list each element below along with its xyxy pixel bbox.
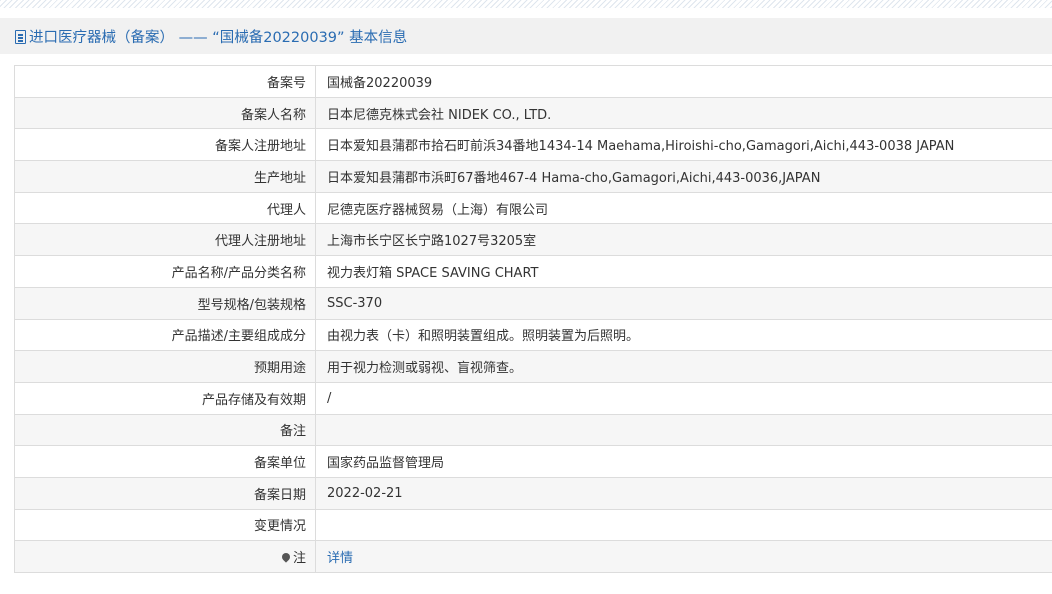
note-label-cell: 注	[14, 540, 316, 573]
row-value	[315, 508, 1052, 542]
row-label: 备案人注册地址	[14, 128, 316, 162]
top-decorative-stripe	[0, 0, 1052, 8]
table-row: 生产地址 日本爱知县蒲郡市浜町67番地467-4 Hama-cho,Gamago…	[14, 160, 1052, 193]
row-value: 2022-02-21	[315, 476, 1052, 510]
note-value-cell: 详情	[315, 540, 1052, 573]
row-value: /	[315, 381, 1052, 415]
table-row: 备案人名称 日本尼德克株式会社 NIDEK CO., LTD.	[14, 96, 1052, 130]
row-value: 由视力表（卡）和照明装置组成。照明装置为后照明。	[315, 318, 1052, 352]
row-value	[315, 413, 1052, 447]
row-value: 上海市长宁区长宁路1027号3205室	[315, 223, 1052, 257]
details-link[interactable]: 详情	[327, 551, 353, 566]
row-label: 代理人	[14, 191, 316, 225]
row-value: 日本爱知县蒲郡市浜町67番地467-4 Hama-cho,Gamagori,Ai…	[315, 160, 1052, 193]
info-table: 备案号 国械备20220039 备案人名称 日本尼德克株式会社 NIDEK CO…	[14, 65, 1052, 573]
row-label: 备案人名称	[14, 96, 316, 130]
row-label: 备注	[14, 413, 316, 447]
table-row: 型号规格/包装规格 SSC-370	[14, 286, 1052, 320]
table-row: 产品描述/主要组成成分 由视力表（卡）和照明装置组成。照明装置为后照明。	[14, 318, 1052, 352]
table-row: 变更情况	[14, 508, 1052, 542]
row-value: 用于视力检测或弱视、盲视筛查。	[315, 350, 1052, 383]
note-label: 注	[292, 551, 306, 567]
row-value: 国家药品监督管理局	[315, 445, 1052, 478]
table-row: 产品存储及有效期 /	[14, 381, 1052, 415]
row-value: SSC-370	[315, 286, 1052, 320]
table-row: 备案人注册地址 日本爱知县蒲郡市拾石町前浜34番地1434-14 Maehama…	[14, 128, 1052, 162]
table-row: 代理人注册地址 上海市长宁区长宁路1027号3205室	[14, 223, 1052, 257]
row-value: 日本爱知县蒲郡市拾石町前浜34番地1434-14 Maehama,Hiroish…	[315, 128, 1052, 162]
row-label: 变更情况	[14, 508, 316, 542]
row-label: 产品名称/产品分类名称	[14, 255, 316, 288]
row-value: 视力表灯箱 SPACE SAVING CHART	[315, 255, 1052, 288]
row-label: 型号规格/包装规格	[14, 286, 316, 320]
page-header: 进口医疗器械（备案） —— “国械备20220039” 基本信息	[0, 18, 1052, 54]
row-value: 国械备20220039	[315, 65, 1052, 98]
page-title: 进口医疗器械（备案） —— “国械备20220039” 基本信息	[29, 29, 408, 46]
table-row: 预期用途 用于视力检测或弱视、盲视筛查。	[14, 350, 1052, 383]
row-value: 日本尼德克株式会社 NIDEK CO., LTD.	[315, 96, 1052, 130]
row-label: 产品存储及有效期	[14, 381, 316, 415]
table-row: 产品名称/产品分类名称 视力表灯箱 SPACE SAVING CHART	[14, 255, 1052, 288]
row-label: 代理人注册地址	[14, 223, 316, 257]
table-row: 备案号 国械备20220039	[14, 65, 1052, 98]
table-row: 备案日期 2022-02-21	[14, 476, 1052, 510]
row-label: 预期用途	[14, 350, 316, 383]
row-value: 尼德克医疗器械贸易（上海）有限公司	[315, 191, 1052, 225]
note-row: 注 详情	[14, 540, 1052, 573]
row-label: 备案单位	[14, 445, 316, 478]
row-label: 备案号	[14, 65, 316, 98]
document-icon	[15, 30, 26, 44]
row-label: 产品描述/主要组成成分	[14, 318, 316, 352]
pin-icon	[280, 551, 292, 563]
row-label: 生产地址	[14, 160, 316, 193]
table-row: 备案单位 国家药品监督管理局	[14, 445, 1052, 478]
row-label: 备案日期	[14, 476, 316, 510]
table-row: 备注	[14, 413, 1052, 447]
table-row: 代理人 尼德克医疗器械贸易（上海）有限公司	[14, 191, 1052, 225]
